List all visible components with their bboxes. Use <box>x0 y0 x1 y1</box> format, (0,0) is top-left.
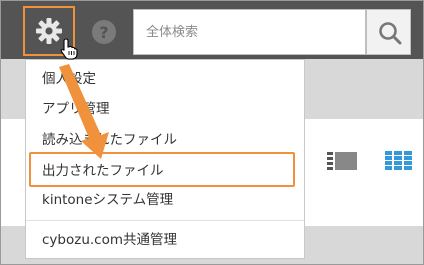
hand-cursor-icon <box>60 38 78 60</box>
app-window: ? 個人設定 アプリ管理 読み込まれたファイル <box>0 0 424 265</box>
